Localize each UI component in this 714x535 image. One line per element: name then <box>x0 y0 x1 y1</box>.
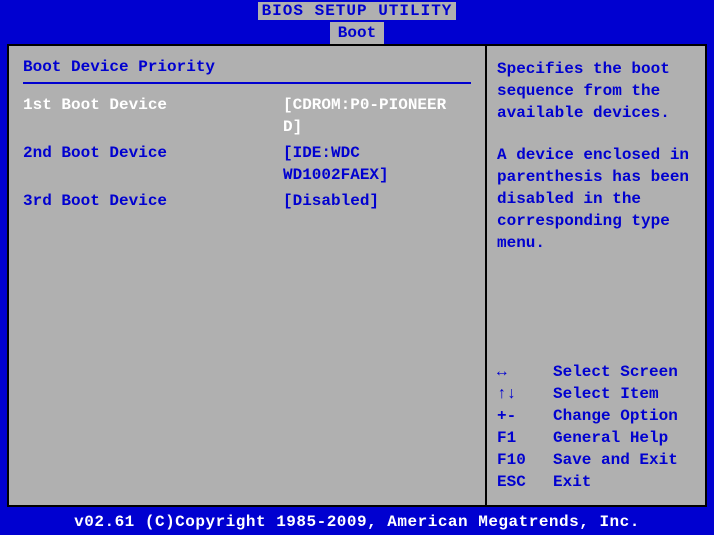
nav-change-option: +- Change Option <box>497 405 695 427</box>
right-panel: Specifies the boot sequence from the ava… <box>487 46 705 505</box>
boot-value: [IDE:WDC WD1002FAEX] <box>283 142 471 186</box>
nav-action: Change Option <box>553 405 678 427</box>
nav-general-help: F1 General Help <box>497 427 695 449</box>
nav-key: F1 <box>497 427 553 449</box>
nav-key: ↑↓ <box>497 383 553 405</box>
nav-action: Select Item <box>553 383 659 405</box>
outer-frame: Boot Device Priority 1st Boot Device [CD… <box>0 44 714 510</box>
footer: v02.61 (C)Copyright 1985-2009, American … <box>0 510 714 535</box>
help-paragraph-2: A device enclosed in parenthesis has bee… <box>497 144 695 254</box>
nav-action: Save and Exit <box>553 449 678 471</box>
tab-boot[interactable]: Boot <box>330 22 384 44</box>
app-title: BIOS SETUP UTILITY <box>258 2 457 20</box>
boot-value: [Disabled] <box>283 190 471 212</box>
nav-exit: ESC Exit <box>497 471 695 493</box>
boot-label: 2nd Boot Device <box>23 142 283 186</box>
divider <box>23 82 471 84</box>
tab-bar: Boot <box>0 22 714 44</box>
nav-key: ↔ <box>497 361 553 383</box>
nav-key: ESC <box>497 471 553 493</box>
boot-device-1[interactable]: 1st Boot Device [CDROM:P0-PIONEER D] <box>23 94 471 138</box>
main-area: Boot Device Priority 1st Boot Device [CD… <box>7 44 707 507</box>
nav-select-item: ↑↓ Select Item <box>497 383 695 405</box>
boot-value: [CDROM:P0-PIONEER D] <box>283 94 471 138</box>
help-text: Specifies the boot sequence from the ava… <box>497 58 695 274</box>
nav-key: +- <box>497 405 553 427</box>
boot-label: 1st Boot Device <box>23 94 283 138</box>
help-paragraph-1: Specifies the boot sequence from the ava… <box>497 58 695 124</box>
nav-save-exit: F10 Save and Exit <box>497 449 695 471</box>
nav-key: F10 <box>497 449 553 471</box>
nav-help: ↔ Select Screen ↑↓ Select Item +- Change… <box>497 361 695 493</box>
section-title: Boot Device Priority <box>23 58 471 76</box>
nav-action: Select Screen <box>553 361 678 383</box>
nav-select-screen: ↔ Select Screen <box>497 361 695 383</box>
nav-action: General Help <box>553 427 668 449</box>
nav-action: Exit <box>553 471 591 493</box>
boot-device-2[interactable]: 2nd Boot Device [IDE:WDC WD1002FAEX] <box>23 142 471 186</box>
title-bar: BIOS SETUP UTILITY <box>0 0 714 22</box>
boot-label: 3rd Boot Device <box>23 190 283 212</box>
left-panel: Boot Device Priority 1st Boot Device [CD… <box>9 46 487 505</box>
boot-device-3[interactable]: 3rd Boot Device [Disabled] <box>23 190 471 212</box>
